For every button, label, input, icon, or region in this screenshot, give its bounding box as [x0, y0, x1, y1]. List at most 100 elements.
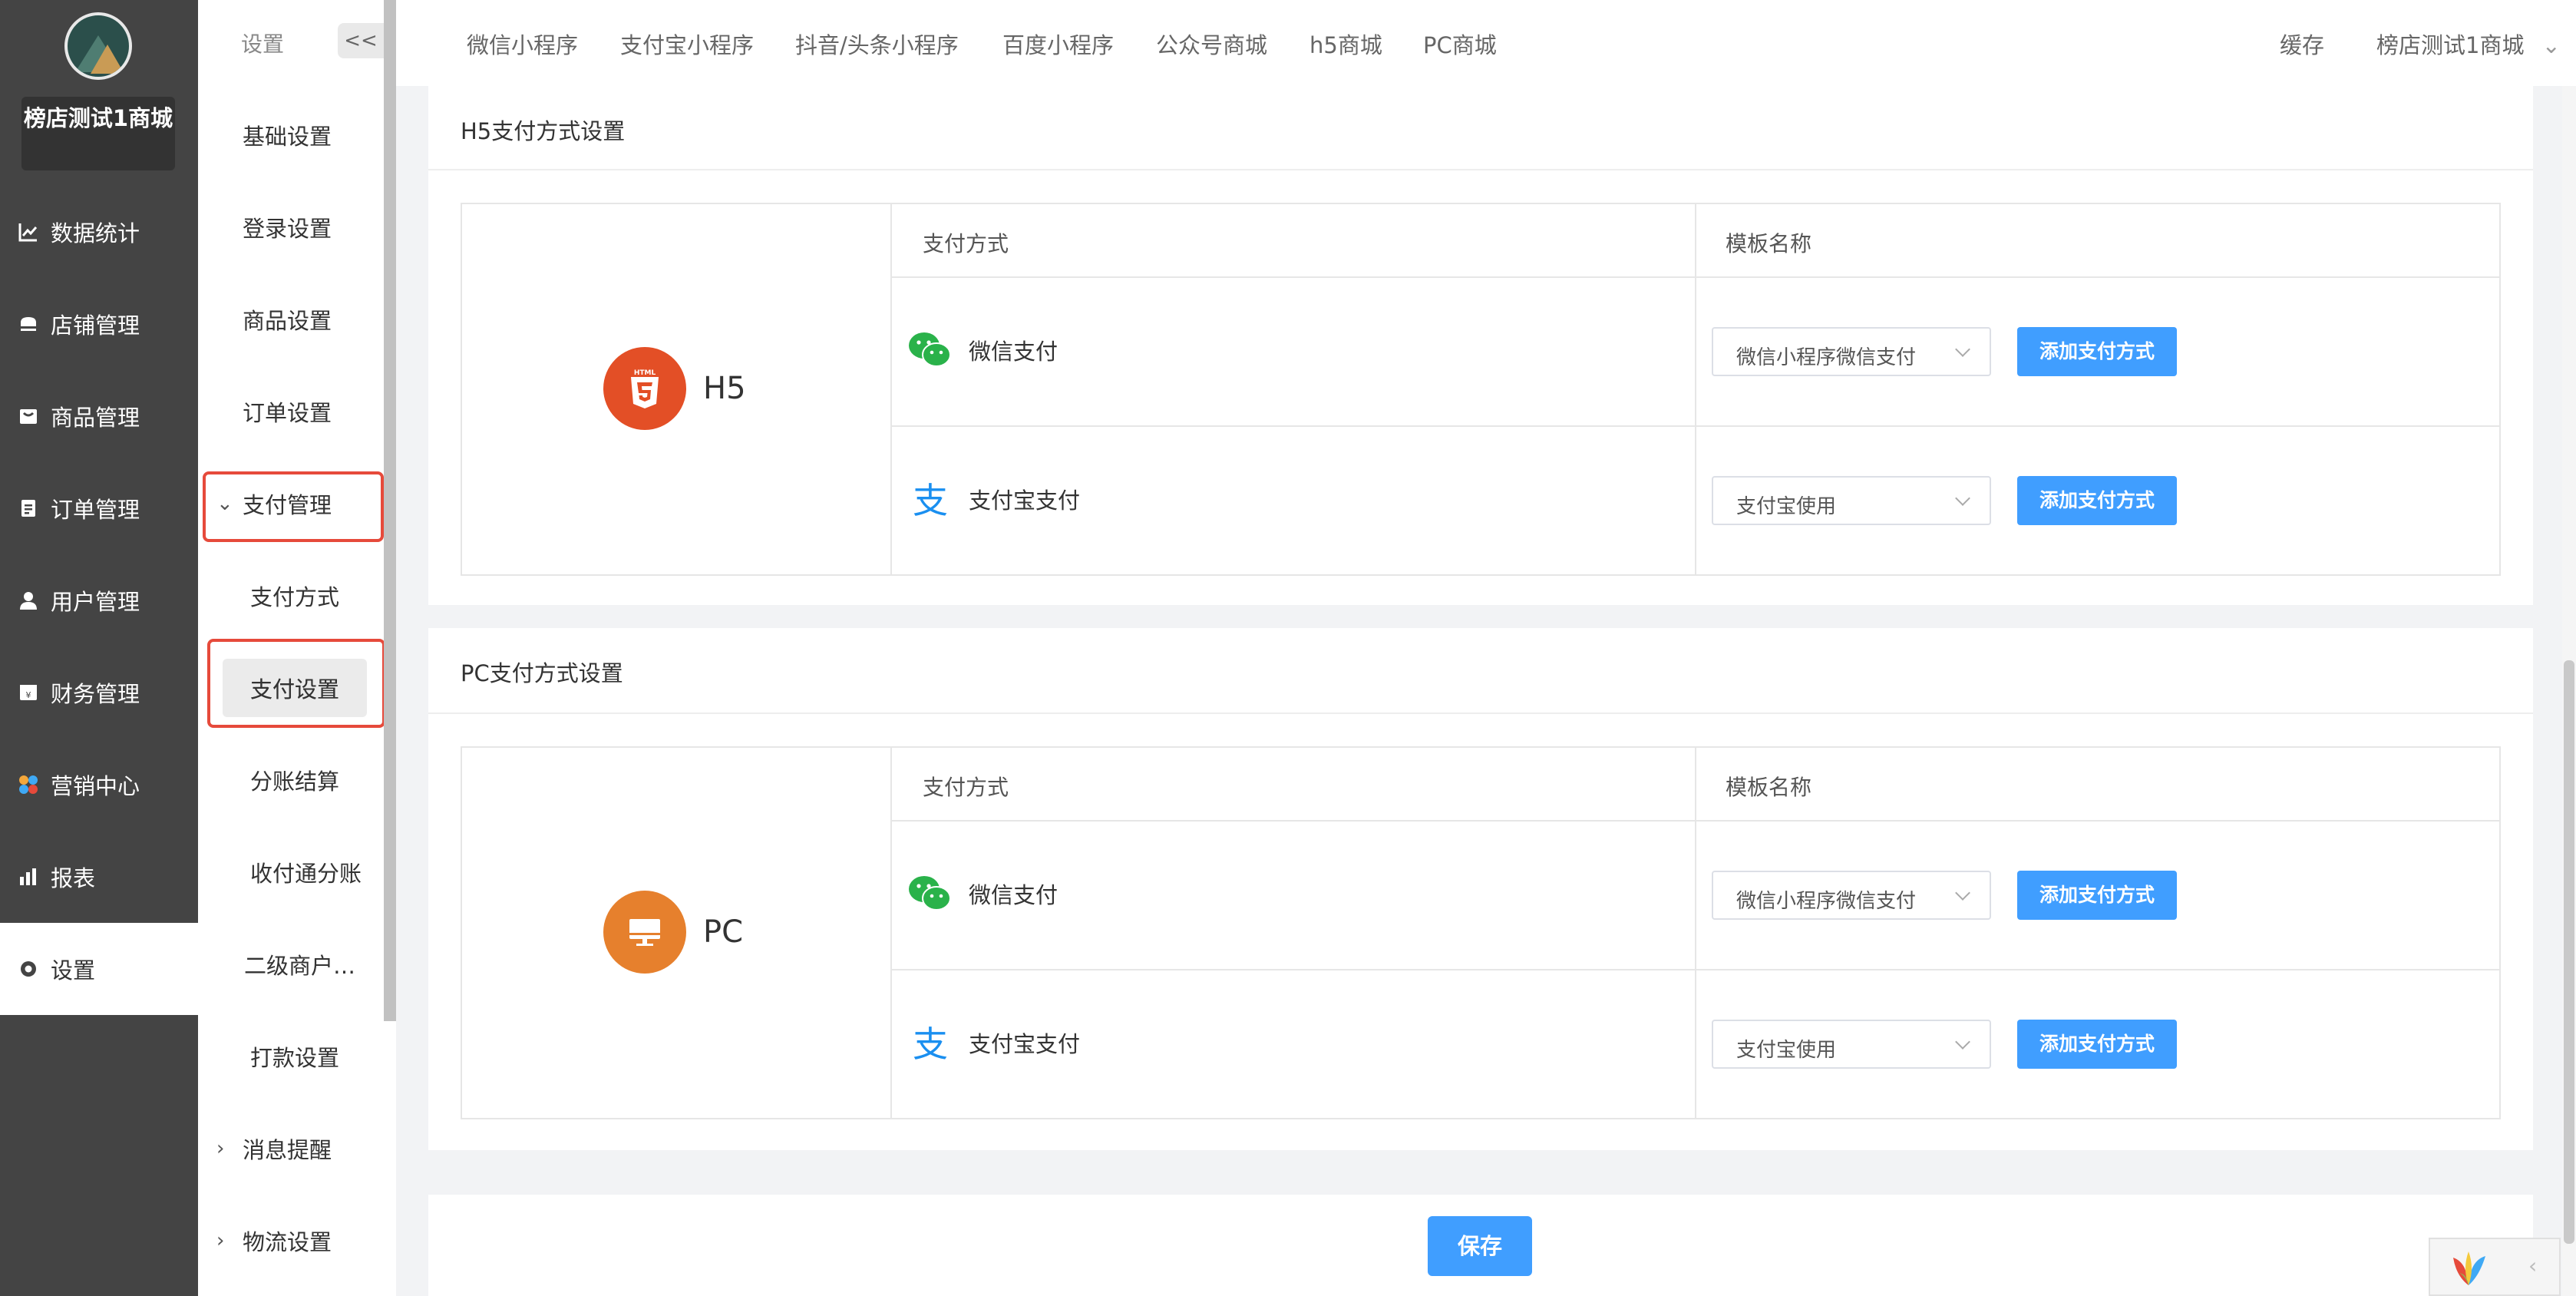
add-payment-method-button[interactable]: 添加支付方式 — [2017, 871, 2177, 920]
pc-section-title: PC支付方式设置 — [461, 660, 623, 686]
subnav-item-shoufutong[interactable]: 收付通分账 — [198, 826, 384, 918]
tab-alipay-miniprogram[interactable]: 支付宝小程序 — [620, 28, 754, 60]
template-select[interactable]: 微信小程序微信支付 — [1712, 327, 1991, 376]
payment-method-name: 支付宝支付 — [969, 1031, 1081, 1057]
svg-text:¥: ¥ — [26, 690, 31, 700]
subnav-item-basic[interactable]: 基础设置 — [198, 89, 384, 181]
payment-row-alipay: 支 支付宝支付 — [892, 1018, 1080, 1067]
payment-method-name: 支付宝支付 — [969, 488, 1081, 514]
subnav-item-login[interactable]: 登录设置 — [198, 181, 384, 273]
shop-logo[interactable] — [64, 12, 132, 80]
svg-text:支: 支 — [913, 480, 948, 521]
column-header-method: 支付方式 — [923, 231, 1009, 256]
tab-baidu-miniprogram[interactable]: 百度小程序 — [1002, 28, 1114, 60]
save-button[interactable]: 保存 — [1428, 1216, 1532, 1276]
chevron-left-icon[interactable]: ‹ — [2528, 1253, 2537, 1278]
template-select[interactable]: 支付宝使用 — [1712, 1020, 1991, 1069]
sidebar-item-label: 营销中心 — [51, 773, 140, 799]
subnav-item-label: 分账结算 — [250, 769, 340, 795]
sidebar-item-report[interactable]: 报表 — [0, 831, 198, 923]
chevron-right-icon: › — [216, 1137, 225, 1160]
subnav-item-payment-methods[interactable]: 支付方式 — [198, 550, 384, 642]
pc-platform: PC — [603, 891, 743, 974]
html5-icon: HTML — [603, 347, 686, 430]
tab-pc-mall[interactable]: PC商城 — [1423, 28, 1497, 60]
subnav-item-label: 消息提醒 — [243, 1137, 332, 1163]
sidebar-item-label: 订单管理 — [51, 497, 140, 523]
floating-widget[interactable]: ‹ — [2429, 1238, 2561, 1296]
subnav-item-logistics[interactable]: › 物流设置 — [198, 1195, 384, 1287]
sidebar-item-stats[interactable]: 数据统计 — [0, 186, 198, 278]
subnav-item-payment-settings[interactable]: 支付设置 — [198, 642, 384, 734]
platform-label: PC — [703, 914, 744, 950]
h5-payment-card: H5支付方式设置 HTML H5 支付方式 模板名称 微信支付 微信小程序微信支… — [428, 86, 2533, 605]
sidebar-item-label: 设置 — [51, 957, 96, 984]
highlight-box — [203, 471, 384, 542]
sidebar-item-marketing[interactable]: 营销中心 — [0, 739, 198, 831]
platform-label: H5 — [703, 371, 746, 406]
template-select[interactable]: 支付宝使用 — [1712, 476, 1991, 525]
template-select-value: 微信小程序微信支付 — [1736, 890, 1917, 913]
subnav-item-notifications[interactable]: › 消息提醒 — [198, 1103, 384, 1195]
subnav-item-split-settlement[interactable]: 分账结算 — [198, 734, 384, 826]
subnav-item-label: 支付方式 — [250, 584, 340, 610]
chevron-right-icon: › — [216, 1229, 225, 1252]
shop-switcher-label: 榜店测试1商城 — [2376, 32, 2525, 58]
subnav-header: 设置 << — [198, 0, 384, 86]
template-select[interactable]: 微信小程序微信支付 — [1712, 871, 1991, 920]
subnav-item-label: 登录设置 — [243, 216, 332, 242]
svg-text:支: 支 — [913, 1023, 948, 1065]
chevron-down-icon — [1955, 491, 1970, 506]
marketing-icon — [17, 773, 40, 796]
subnav-item-sub-merchant[interactable]: 二级商户… — [198, 918, 384, 1010]
add-payment-method-button[interactable]: 添加支付方式 — [2017, 327, 2177, 376]
subnav-item-label: 订单设置 — [243, 400, 332, 426]
main-sidebar: 榜店测试1商城 数据统计 店铺管理 商品管理 订单管理 用户管理 ¥ 财务管理 … — [0, 0, 198, 1296]
cache-button[interactable]: 缓存 — [2280, 28, 2324, 60]
sidebar-item-finance[interactable]: ¥ 财务管理 — [0, 646, 198, 739]
finance-icon: ¥ — [17, 681, 40, 704]
subnav-item-label: 基础设置 — [243, 124, 332, 150]
template-select-value: 支付宝使用 — [1736, 1039, 1837, 1062]
column-header-template: 模板名称 — [1726, 231, 1812, 256]
subnav-item-label: 收付通分账 — [250, 861, 362, 887]
main-scrollbar-thumb[interactable] — [2564, 660, 2574, 1244]
chevron-down-icon — [1955, 342, 1970, 357]
tab-wechat-miniprogram[interactable]: 微信小程序 — [467, 28, 578, 60]
subnav-scrollbar-thumb[interactable] — [384, 0, 396, 1021]
chevron-down-icon: ⌄ — [2541, 32, 2561, 58]
sidebar-item-users[interactable]: 用户管理 — [0, 554, 198, 646]
sidebar-item-label: 数据统计 — [51, 220, 140, 246]
subnav-item-label: 打款设置 — [250, 1045, 340, 1071]
subnav-item-label: 商品设置 — [243, 308, 332, 334]
h5-platform: HTML H5 — [603, 347, 746, 430]
subnav-item-payout[interactable]: 打款设置 — [198, 1010, 384, 1103]
divider — [428, 169, 2533, 170]
chevron-down-icon — [1955, 1034, 1970, 1050]
tab-h5-mall[interactable]: h5商城 — [1309, 28, 1382, 60]
payment-row-wechat: 微信支付 — [892, 326, 1058, 375]
sidebar-item-goods[interactable]: 商品管理 — [0, 370, 198, 462]
add-payment-method-button[interactable]: 添加支付方式 — [2017, 1020, 2177, 1069]
alipay-icon: 支 — [913, 1023, 948, 1065]
sidebar-item-store[interactable]: 店铺管理 — [0, 278, 198, 370]
store-icon — [17, 312, 40, 336]
logo-area: 榜店测试1商城 — [0, 0, 198, 177]
sidebar-item-label: 商品管理 — [51, 405, 140, 431]
top-bar: 微信小程序 支付宝小程序 抖音/头条小程序 百度小程序 公众号商城 h5商城 P… — [396, 0, 2576, 86]
add-payment-method-button[interactable]: 添加支付方式 — [2017, 476, 2177, 525]
pc-payment-card: PC支付方式设置 PC 支付方式 模板名称 微信支付 微信小程序微信支付 添加支… — [428, 628, 2533, 1150]
payment-method-name: 微信支付 — [969, 882, 1058, 908]
template-select-value: 支付宝使用 — [1736, 495, 1837, 518]
subnav-item-orders[interactable]: 订单设置 — [198, 365, 384, 458]
subnav-item-goods[interactable]: 商品设置 — [198, 273, 384, 365]
wechat-pay-icon — [909, 876, 951, 911]
h5-payment-table: HTML H5 支付方式 模板名称 微信支付 微信小程序微信支付 添加支付方式 … — [461, 203, 2501, 576]
tab-douyin-miniprogram[interactable]: 抖音/头条小程序 — [795, 28, 959, 60]
sidebar-item-settings[interactable]: 设置 — [0, 923, 198, 1015]
collapse-button[interactable]: << — [338, 23, 384, 58]
sidebar-item-orders[interactable]: 订单管理 — [0, 462, 198, 554]
tab-official-account-mall[interactable]: 公众号商城 — [1156, 28, 1267, 60]
shop-name[interactable]: 榜店测试1商城 — [21, 97, 175, 170]
shop-switcher[interactable]: 榜店测试1商城 ⌄ — [2376, 28, 2561, 60]
